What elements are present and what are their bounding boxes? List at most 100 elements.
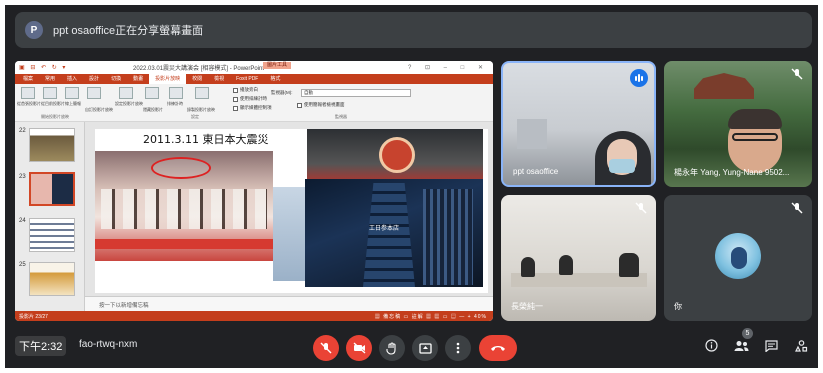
ribbon-button-label: 設定投影片放映: [115, 101, 143, 106]
check-media-controls[interactable]: 顯示媒體控制項: [233, 105, 272, 111]
mic-off-icon: [789, 68, 805, 84]
view-zoom-controls[interactable]: ▦ 備忘稿 ▭ 註解 ▦ ▦ ▭ ▤ — + 40%: [375, 313, 487, 320]
clock: 下午2:32: [15, 336, 67, 356]
meeting-code[interactable]: fao-rtwq-nxm: [79, 339, 137, 350]
tab-format[interactable]: 格式: [264, 74, 286, 84]
tab-design[interactable]: 設計: [83, 74, 105, 84]
raise-hand-button[interactable]: [379, 335, 405, 361]
tab-transitions[interactable]: 切換: [105, 74, 127, 84]
presenter-avatar: P: [25, 21, 43, 39]
setup-show-icon[interactable]: [119, 87, 133, 99]
chat-icon[interactable]: [761, 339, 781, 357]
slide-photo-students: [95, 151, 273, 261]
participant-tile-presenter[interactable]: ppt osaoffice: [501, 61, 656, 187]
thumb-number: 25: [19, 262, 26, 268]
hangup-button[interactable]: [479, 335, 517, 361]
slide-thumbnail-selected[interactable]: [29, 172, 75, 206]
checkbox-icon: [297, 102, 302, 108]
meet-window: P ppt osaoffice正在分享螢幕畫面 ▣ ⊟ ↶ ↻ ▾ 2022.0…: [5, 5, 818, 368]
participant-name: 楊永年 Yang, Yung-Nane 9502...: [674, 168, 790, 177]
room-person: [559, 255, 573, 275]
tab-insert[interactable]: 插入: [61, 74, 83, 84]
people-icon[interactable]: [731, 339, 751, 357]
room-person: [521, 257, 535, 277]
activities-icon[interactable]: [791, 339, 811, 357]
participant-tile-room[interactable]: 長榮純一: [501, 195, 656, 321]
tab-foxit-pdf[interactable]: Foxit PDF: [230, 74, 264, 84]
notes-pane[interactable]: 按一下以新增備忘稿: [85, 296, 493, 311]
hide-slide-icon[interactable]: [145, 87, 159, 99]
quick-access-toolbar[interactable]: ▣ ⊟ ↶ ↻ ▾: [19, 64, 67, 71]
ribbon-tabs: 檔案 常用 插入 設計 切換 動畫 投影片放映 校閱 檢視 Foxit PDF …: [15, 74, 493, 84]
ppt-title-bar: ▣ ⊟ ↶ ↻ ▾ 2022.03.01震災大講演会 [相容模式] - Powe…: [15, 61, 493, 74]
participant-tile-yang[interactable]: 楊永年 Yang, Yung-Nane 9502...: [664, 61, 812, 187]
ppt-workspace: 22 23 24 25 2011.3.11 東日本大震災 工日参本店 按一下以新…: [15, 122, 493, 311]
tab-slideshow[interactable]: 投影片放映: [149, 74, 187, 84]
mic-off-icon: [633, 202, 649, 218]
clock-text: 下午2:32: [19, 341, 63, 353]
meeting-controls: 下午2:32 fao-rtwq-nxm 5: [5, 327, 818, 368]
participant-hair: [728, 109, 782, 129]
tab-view[interactable]: 檢視: [208, 74, 230, 84]
tab-animations[interactable]: 動畫: [127, 74, 149, 84]
sharing-banner-text: ppt osaoffice正在分享螢幕畫面: [53, 25, 204, 37]
check-label: 顯示媒體控制項: [240, 105, 272, 110]
face-mask: [609, 159, 635, 173]
participant-name: 長榮純一: [511, 302, 543, 311]
ribbon-button-label: 錄製投影片放映: [187, 107, 215, 112]
participant-tile-self[interactable]: 你: [664, 195, 812, 321]
shared-screen[interactable]: ▣ ⊟ ↶ ↻ ▾ 2022.03.01震災大講演会 [相容模式] - Powe…: [15, 61, 493, 321]
pillar-shape: [423, 189, 473, 285]
photo-banner-shape: [151, 157, 211, 179]
check-label: 使用簡報者檢視畫面: [304, 102, 345, 107]
avatar: [715, 233, 761, 279]
check-label: 使用排練計時: [240, 96, 267, 101]
tab-review[interactable]: 校閱: [186, 74, 208, 84]
slide-thumbnail[interactable]: [29, 218, 75, 252]
camera-off-button[interactable]: [346, 335, 372, 361]
emblem-icon: [379, 137, 415, 173]
more-options-button[interactable]: [445, 335, 471, 361]
present-button[interactable]: [412, 335, 438, 361]
ribbon-group-label: 監視器: [335, 114, 347, 119]
ribbon-button-label: 從目前投影片: [41, 101, 65, 106]
ribbon-button-label: 隱藏投影片: [143, 107, 163, 112]
from-current-icon[interactable]: [43, 87, 57, 99]
record-show-icon[interactable]: [195, 87, 209, 99]
mic-off-button[interactable]: [313, 335, 339, 361]
slide-photo-building: 工日参本店: [305, 179, 483, 287]
tab-home[interactable]: 常用: [39, 74, 61, 84]
rehearse-timings-icon[interactable]: [169, 87, 183, 99]
monitor-select[interactable]: 自動: [301, 89, 411, 97]
thumb-number: 23: [19, 174, 26, 180]
context-tab-label: 圖片工具: [263, 62, 292, 69]
slide-thumbnail[interactable]: [29, 262, 75, 296]
ribbon-button-label: 排練計時: [167, 101, 183, 106]
ribbon-button-label: 從首張投影片: [17, 101, 41, 106]
ribbon-group-label: 設定: [191, 114, 199, 119]
ribbon: 從首張投影片 從目前投影片 線上簡報 自訂投影片放映 設定投影片放映 隱藏投影片…: [15, 84, 493, 122]
participant-name: 你: [674, 302, 682, 311]
slide-title: 2011.3.11 東日本大震災: [143, 133, 269, 146]
background-pavilion: [694, 73, 754, 99]
present-online-icon[interactable]: [65, 87, 79, 99]
info-icon[interactable]: [701, 339, 721, 357]
thumb-number: 22: [19, 128, 26, 134]
current-slide[interactable]: 2011.3.11 東日本大震災 工日参本店: [95, 129, 488, 293]
from-beginning-icon[interactable]: [21, 87, 35, 99]
slide-thumbnail[interactable]: [29, 128, 75, 162]
ribbon-button-label: 線上簡報: [65, 101, 81, 106]
checkbox-icon: [233, 96, 238, 102]
check-label: 播放旁白: [240, 87, 258, 92]
window-controls[interactable]: ? ⊡ – □ ✕: [408, 64, 489, 71]
custom-show-icon[interactable]: [87, 87, 101, 99]
speaking-indicator-icon: [630, 69, 648, 87]
mic-off-icon: [789, 202, 805, 218]
check-timings[interactable]: 使用排練計時: [233, 96, 267, 102]
slide-thumbnails[interactable]: 22 23 24 25: [15, 122, 85, 311]
tab-file[interactable]: 檔案: [17, 74, 39, 84]
building-shape: [363, 183, 415, 287]
participant-name: ppt osaoffice: [513, 167, 559, 176]
check-presenter-view[interactable]: 使用簡報者檢視畫面: [297, 102, 345, 108]
check-narrations[interactable]: 播放旁白: [233, 87, 258, 93]
